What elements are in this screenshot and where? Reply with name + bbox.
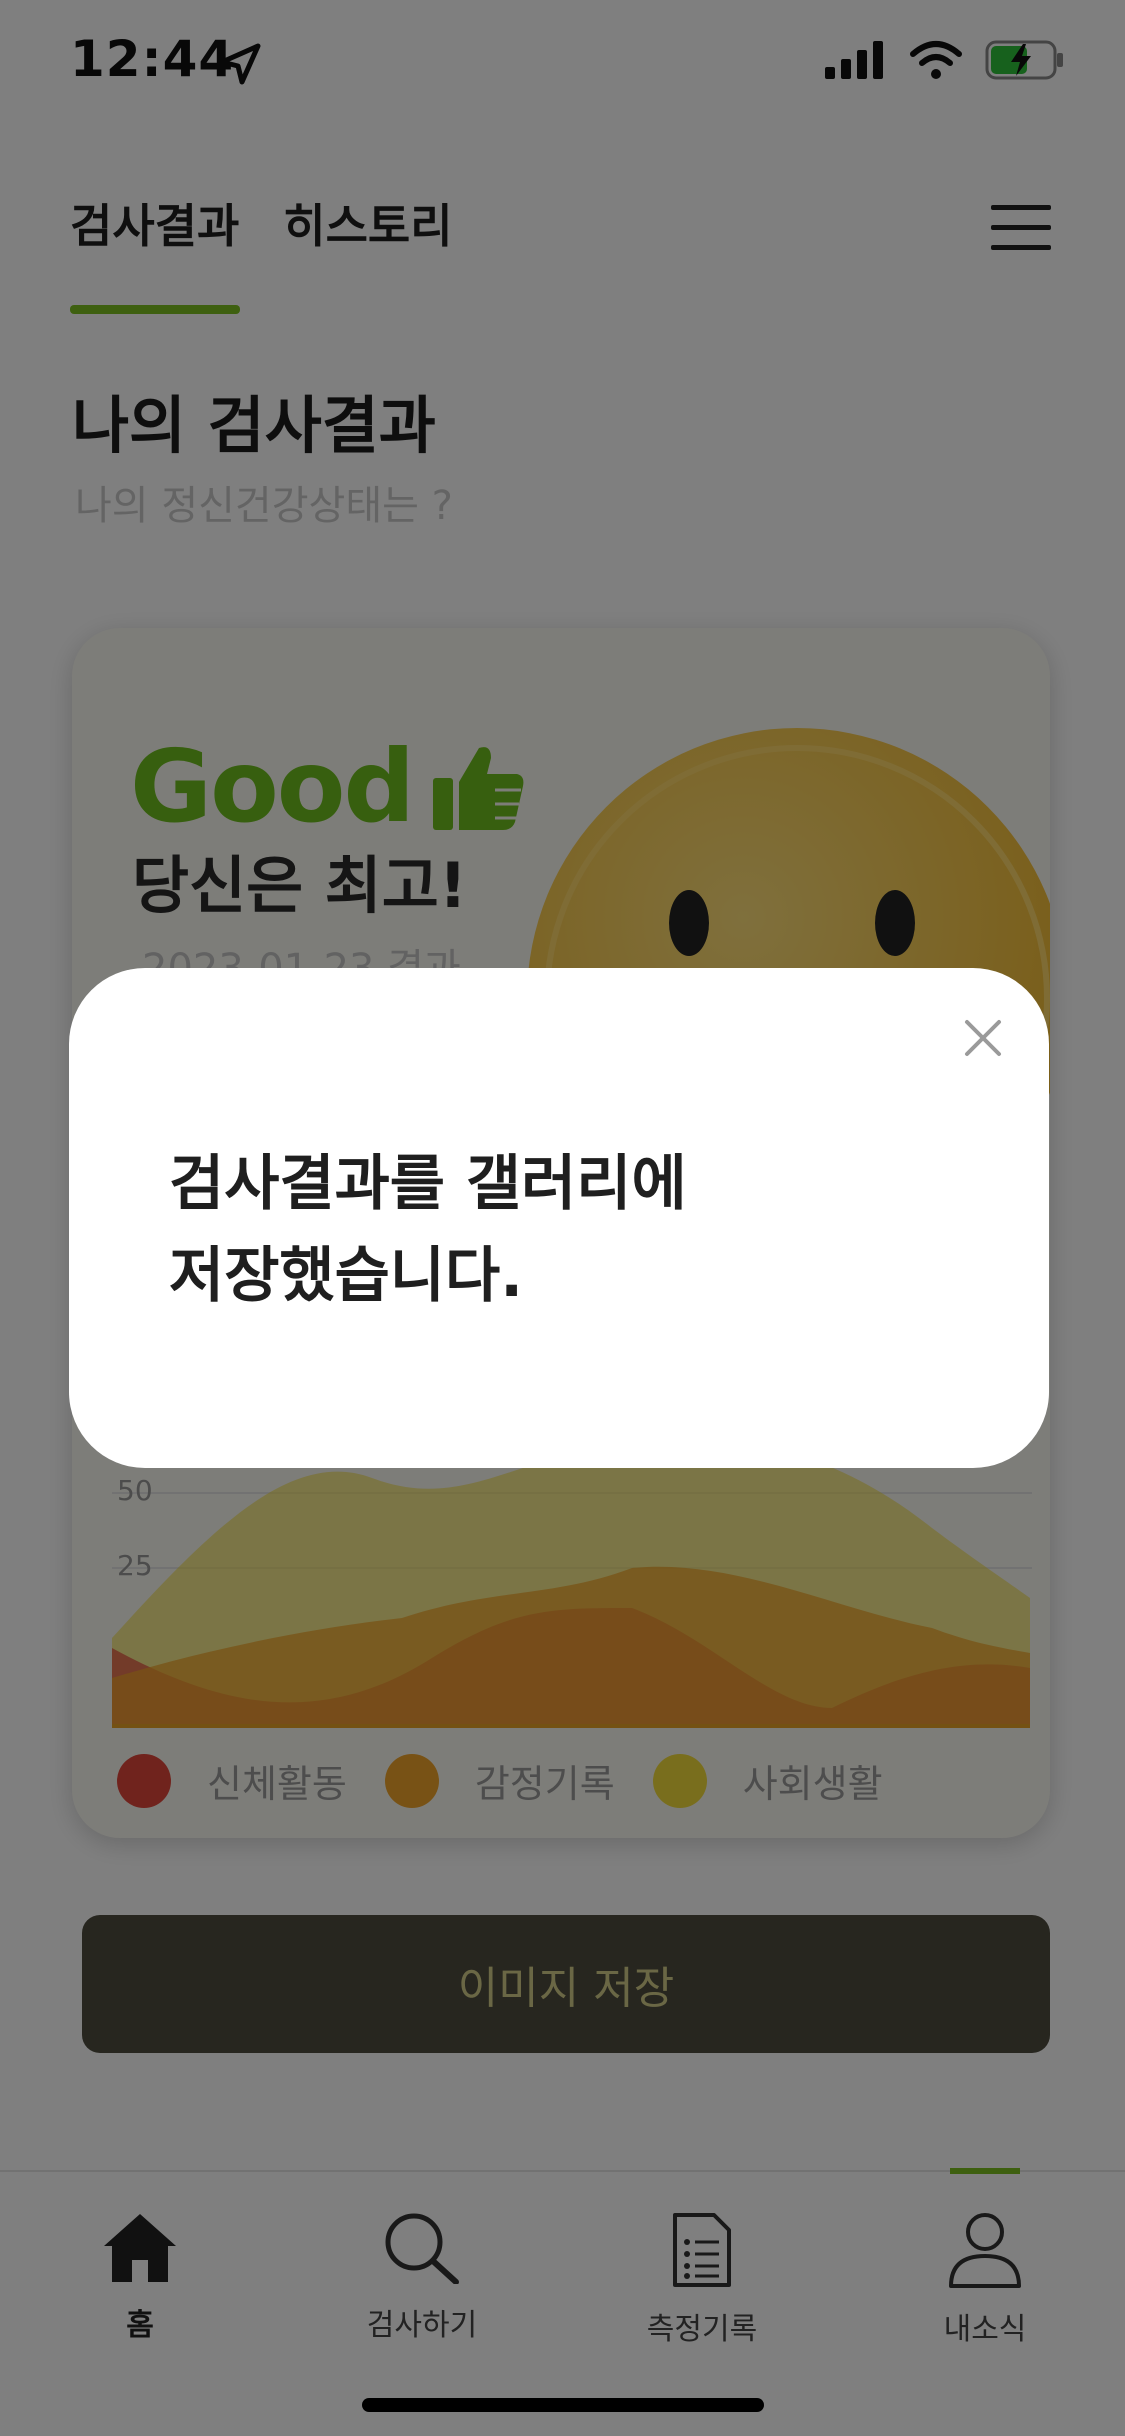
close-button[interactable] (953, 1008, 1013, 1068)
modal-message: 검사결과를 갤러리에 저장했습니다. (169, 1149, 687, 1311)
save-confirmation-modal: 검사결과를 갤러리에 저장했습니다. (69, 968, 1049, 1468)
close-icon (965, 1020, 1001, 1056)
